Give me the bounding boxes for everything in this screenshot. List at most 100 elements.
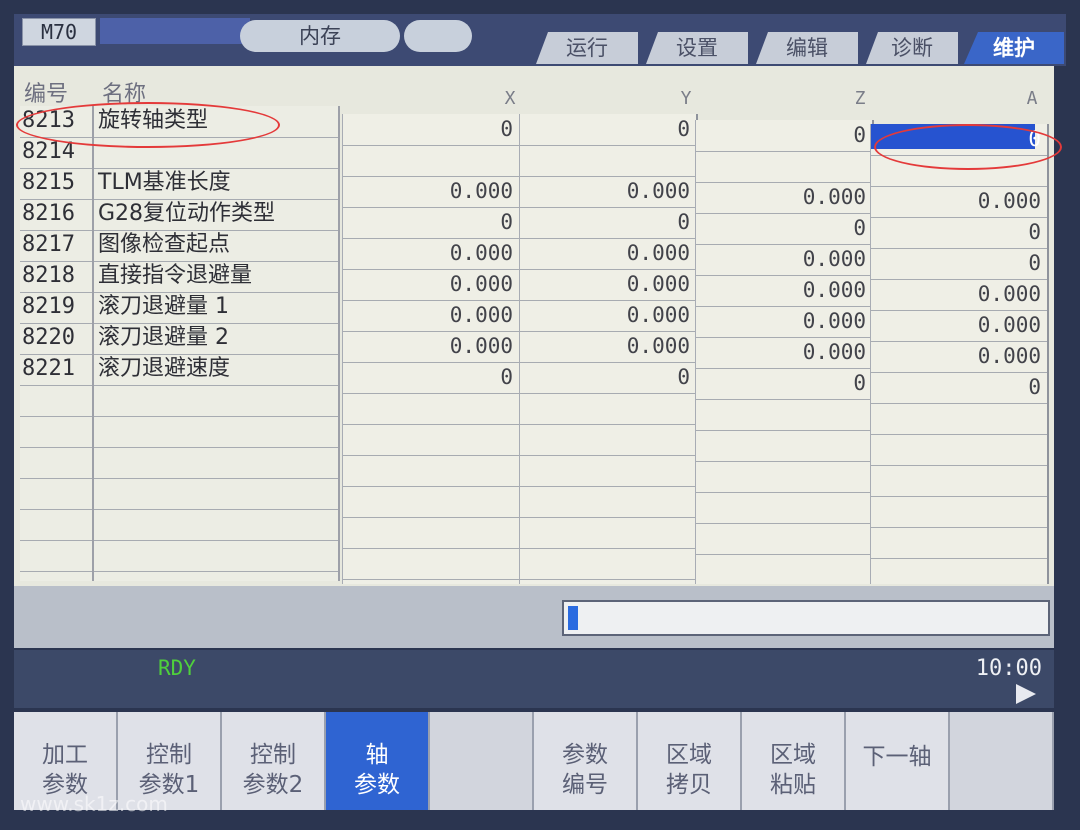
row-divider — [520, 362, 696, 363]
param-value-y[interactable]: 0 — [677, 115, 690, 143]
param-value-y[interactable]: 0.000 — [627, 301, 690, 329]
row-divider — [520, 455, 696, 456]
param-number[interactable]: 8221 — [22, 354, 75, 384]
status-bar: RDY 10:00 — [14, 650, 1054, 708]
tab-edit[interactable]: 编辑 — [756, 32, 858, 64]
param-name[interactable]: 滚刀退避量 2 — [98, 323, 229, 353]
tab-run[interactable]: 运行 — [536, 32, 638, 64]
row-divider — [20, 540, 92, 541]
row-divider — [520, 424, 696, 425]
fkey-param-number[interactable]: 参数 编号 — [534, 712, 638, 810]
row-divider — [520, 393, 696, 394]
fkey-control-params-2[interactable]: 控制 参数2 — [222, 712, 326, 810]
row-divider — [871, 434, 1047, 435]
param-value-y[interactable]: 0.000 — [627, 332, 690, 360]
param-value-a[interactable]: 0.000 — [978, 311, 1041, 339]
row-divider — [94, 416, 338, 417]
param-number[interactable]: 8217 — [22, 230, 75, 260]
param-name[interactable]: 直接指令退避量 — [98, 261, 252, 291]
fkey-blank-10[interactable] — [950, 712, 1054, 810]
number-column: 8213 8214 8215 8216 8217 8218 8219 8220 8221 — [20, 106, 94, 581]
function-key-bar: 加工 参数 控制 参数1 控制 参数2 轴参数 参数 编号 区域 拷贝 区域 粘贴 下一轴 — [14, 712, 1054, 812]
row-divider — [94, 571, 338, 572]
param-value-z[interactable]: 0.000 — [803, 307, 866, 335]
param-value-z[interactable]: 0 — [853, 121, 866, 149]
fkey-label-line1: 控制 — [250, 742, 296, 768]
value-column-a: 0 0.000 0 0 0.000 0.000 0.000 0 — [870, 124, 1049, 584]
row-divider — [871, 465, 1047, 466]
param-value-z[interactable]: 0 — [853, 214, 866, 242]
row-divider — [343, 579, 519, 580]
row-divider — [520, 548, 696, 549]
param-value-z[interactable]: 0.000 — [803, 183, 866, 211]
param-value-x[interactable]: 0.000 — [450, 239, 513, 267]
param-value-x[interactable]: 0.000 — [450, 332, 513, 360]
row-divider — [20, 509, 92, 510]
fkey-axis-params[interactable]: 轴参数 — [326, 712, 430, 810]
param-name[interactable]: 图像检查起点 — [98, 230, 230, 260]
param-value-a[interactable]: 0 — [1028, 218, 1041, 246]
row-divider — [696, 492, 872, 493]
name-column: 旋转轴类型 TLM基准长度 G28复位动作类型 图像检查起点 直接指令退避量 滚刀退避量 … — [94, 106, 340, 581]
axis-header-z: Z — [854, 88, 866, 109]
row-divider — [343, 486, 519, 487]
param-value-a[interactable]: 0.000 — [978, 280, 1041, 308]
param-value-x[interactable]: 0.000 — [450, 177, 513, 205]
tab-setup[interactable]: 设置 — [646, 32, 748, 64]
param-name[interactable]: G28复位动作类型 — [98, 199, 275, 229]
mode-indicator: 内存 — [240, 20, 400, 52]
param-value-z[interactable]: 0.000 — [803, 276, 866, 304]
axis-header-x: X — [504, 88, 516, 109]
row-divider — [343, 393, 519, 394]
param-name[interactable]: 滚刀退避量 1 — [98, 292, 229, 322]
tab-maintenance[interactable]: 维护 — [964, 32, 1064, 64]
param-value-y[interactable]: 0.000 — [627, 270, 690, 298]
annotation-oval-name — [16, 102, 280, 148]
row-divider — [20, 478, 92, 479]
param-value-x[interactable]: 0 — [500, 208, 513, 236]
row-divider — [343, 207, 519, 208]
param-value-y[interactable]: 0.000 — [627, 239, 690, 267]
param-number[interactable]: 8219 — [22, 292, 75, 322]
param-value-z[interactable]: 0.000 — [803, 338, 866, 366]
setting-input-field[interactable] — [562, 600, 1050, 636]
row-divider — [94, 447, 338, 448]
param-value-a[interactable]: 0 — [1028, 373, 1041, 401]
param-number[interactable]: 8220 — [22, 323, 75, 353]
value-column-y: 0 0.000 0 0.000 0.000 0.000 0.000 0 — [519, 114, 698, 584]
param-value-z[interactable]: 0.000 — [803, 245, 866, 273]
param-number[interactable]: 8218 — [22, 261, 75, 291]
param-value-x[interactable]: 0 — [500, 115, 513, 143]
param-value-a[interactable]: 0 — [1028, 249, 1041, 277]
param-value-a[interactable]: 0.000 — [978, 342, 1041, 370]
tab-diagnose[interactable]: 诊断 — [866, 32, 958, 64]
param-value-a[interactable]: 0.000 — [978, 187, 1041, 215]
row-divider — [343, 548, 519, 549]
row-divider — [343, 362, 519, 363]
param-number[interactable]: 8215 — [22, 168, 75, 198]
parameter-table: 编号 名称 X Y Z A 8213 8214 8215 8216 8217 8218 82… — [14, 66, 1062, 586]
param-value-y[interactable]: 0.000 — [627, 177, 690, 205]
param-value-y[interactable]: 0 — [677, 363, 690, 391]
cnc-screen: M70 内存 运行 设置 编辑 诊断 维护 编号 名称 X Y Z A 8213… — [0, 0, 1080, 830]
row-divider — [343, 517, 519, 518]
param-value-x[interactable]: 0 — [500, 363, 513, 391]
fkey-area-paste[interactable]: 区域 粘贴 — [742, 712, 846, 810]
row-divider — [343, 145, 519, 146]
param-number[interactable]: 8216 — [22, 199, 75, 229]
param-value-x[interactable]: 0.000 — [450, 270, 513, 298]
next-menu-arrow-icon[interactable] — [1016, 684, 1036, 704]
row-divider — [696, 151, 872, 152]
fkey-label-line1: 控制 — [146, 742, 192, 768]
watermark: www.sk1z.com — [20, 792, 168, 816]
fkey-area-copy[interactable]: 区域 拷贝 — [638, 712, 742, 810]
fkey-next-axis[interactable]: 下一轴 — [846, 712, 950, 810]
param-value-y[interactable]: 0 — [677, 208, 690, 236]
param-value-z[interactable]: 0 — [853, 369, 866, 397]
param-name[interactable]: 滚刀退避速度 — [98, 354, 230, 384]
annotation-oval-value — [874, 124, 1062, 170]
fkey-blank-5[interactable] — [430, 712, 534, 810]
fkey-label-line2: 编号 — [562, 772, 608, 798]
param-name[interactable]: TLM基准长度 — [98, 168, 231, 198]
param-value-x[interactable]: 0.000 — [450, 301, 513, 329]
